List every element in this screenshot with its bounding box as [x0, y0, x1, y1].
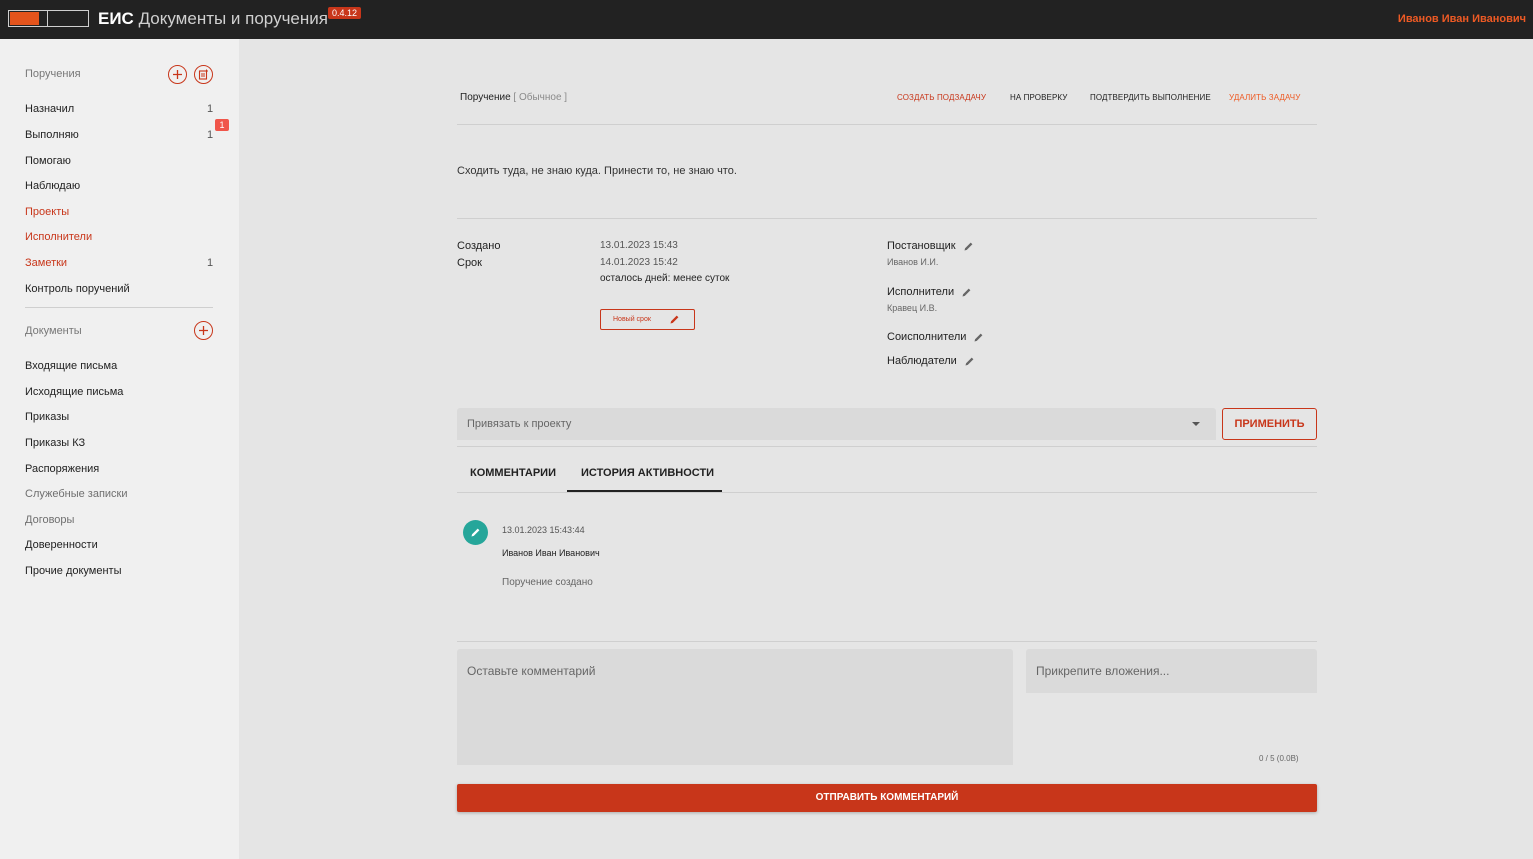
confirm-completion-button[interactable]: подтвердить выполнение: [1090, 93, 1211, 102]
delete-task-button[interactable]: удалить задачу: [1229, 93, 1300, 102]
sidebar-item-assigned[interactable]: Назначил: [25, 103, 74, 115]
top-bar: ЕИС Документы и поручения 0.4.12 Иванов …: [0, 0, 1533, 39]
sidebar-item-helping[interactable]: Помогаю: [25, 155, 71, 167]
sidebar-item-other-docs[interactable]: Прочие документы: [25, 565, 122, 577]
author-value: Иванов И.И.: [887, 257, 939, 267]
pencil-icon: [670, 315, 679, 324]
pencil-icon: [471, 528, 480, 537]
main-content: Поручение [ Обычное ] создать подзадачу …: [239, 39, 1533, 859]
attachments-input[interactable]: Прикрепите вложения...: [1026, 649, 1317, 693]
created-value: 13.01.2023 15:43: [600, 240, 678, 251]
to-review-button[interactable]: на проверку: [1010, 93, 1067, 102]
document-add-icon: [198, 69, 208, 80]
attachments-count: 0 / 5 (0.0B): [1259, 754, 1299, 763]
tab-comments[interactable]: КОММЕНТАРИИ: [470, 467, 556, 479]
activity-time: 13.01.2023 15:43:44: [502, 525, 585, 535]
sidebar-divider: [25, 307, 213, 308]
chevron-down-icon: [1192, 422, 1200, 426]
sidebar-section-documents: Документы: [25, 325, 82, 337]
sidebar-item-orders[interactable]: Приказы: [25, 411, 69, 423]
apply-project-button[interactable]: ПРИМЕНИТЬ: [1222, 408, 1317, 440]
sidebar-item-notes[interactable]: Заметки: [25, 257, 67, 269]
sidebar-item-contracts[interactable]: Договоры: [25, 514, 74, 526]
task-kind: [ Обычное ]: [513, 92, 568, 103]
sidebar-item-directives[interactable]: Распоряжения: [25, 463, 99, 475]
sidebar-count-executing: 1: [207, 129, 214, 141]
sidebar-item-control[interactable]: Контроль поручений: [25, 283, 130, 295]
executors-label-text: Исполнители: [887, 286, 955, 298]
author-label-text: Постановщик: [887, 240, 956, 252]
task-description: Сходить туда, не знаю куда. Принести то,…: [457, 165, 737, 177]
new-deadline-label: Новый срок: [613, 316, 651, 323]
sidebar-item-executing[interactable]: Выполняю: [25, 129, 79, 141]
plus-icon: [173, 70, 182, 79]
edit-executors-pencil-icon[interactable]: [961, 287, 972, 298]
sidebar-section-tasks: Поручения: [25, 68, 81, 80]
project-select[interactable]: Привязать к проекту: [457, 408, 1216, 440]
comment-placeholder: Оставьте комментарий: [467, 664, 596, 678]
sidebar-item-incoming[interactable]: Входящие письма: [25, 360, 117, 372]
sidebar-item-executors[interactable]: Исполнители: [25, 231, 92, 243]
task-type: Поручение [ Обычное ]: [460, 92, 567, 103]
activity-text: Поручение создано: [502, 577, 593, 588]
sidebar: Поручения Назначил 1 Выполняю 1 1 Помога…: [0, 39, 239, 859]
app-title-text: Документы и поручения: [138, 9, 328, 28]
edit-coexecutors-pencil-icon[interactable]: [973, 332, 984, 343]
edit-observers-pencil-icon[interactable]: [964, 356, 975, 367]
deadline-value: 14.01.2023 15:42: [600, 257, 678, 268]
sidebar-item-outgoing[interactable]: Исходящие письма: [25, 386, 123, 398]
app-logo[interactable]: [8, 10, 89, 27]
activity-user: Иванов Иван Иванович: [502, 548, 600, 558]
comment-input[interactable]: Оставьте комментарий: [457, 649, 1013, 765]
plus-icon: [199, 326, 208, 335]
new-deadline-button[interactable]: Новый срок: [600, 309, 695, 330]
sidebar-item-memos[interactable]: Служебные записки: [25, 488, 128, 500]
sidebar-count-notes: 1: [207, 257, 214, 269]
divider: [457, 124, 1317, 125]
observers-label: Наблюдатели: [887, 355, 975, 367]
divider: [457, 218, 1317, 219]
sidebar-item-projects[interactable]: Проекты: [25, 206, 69, 218]
sidebar-badge-executing: 1: [215, 119, 229, 131]
send-comment-button[interactable]: ОТПРАВИТЬ КОММЕНТАРИЙ: [457, 784, 1317, 812]
version-badge: 0.4.12: [328, 7, 362, 19]
user-name[interactable]: Иванов Иван Иванович: [1398, 13, 1526, 25]
observers-label-text: Наблюдатели: [887, 355, 957, 367]
activity-edit-avatar: [463, 520, 488, 545]
sidebar-item-orders-kz[interactable]: Приказы КЗ: [25, 437, 85, 449]
executors-value: Кравец И.В.: [887, 303, 938, 313]
app-title[interactable]: ЕИС Документы и поручения: [98, 9, 328, 29]
author-label: Постановщик: [887, 240, 974, 252]
edit-author-pencil-icon[interactable]: [963, 241, 974, 252]
project-select-placeholder: Привязать к проекту: [467, 418, 572, 430]
task-type-label: Поручение: [460, 92, 511, 103]
attachments-placeholder: Прикрепите вложения...: [1036, 664, 1170, 678]
divider: [457, 641, 1317, 642]
add-task-button[interactable]: [168, 65, 187, 84]
create-subtask-button[interactable]: создать подзадачу: [897, 93, 986, 102]
remaining-time: осталось дней: менее суток: [600, 273, 730, 284]
tab-activity-history[interactable]: ИСТОРИЯ АКТИВНОСТИ: [581, 467, 714, 479]
add-document-button[interactable]: [194, 321, 213, 340]
divider: [457, 446, 1317, 447]
created-label: Создано: [457, 240, 501, 252]
app-short-name: ЕИС: [98, 9, 134, 28]
add-task-from-document-button[interactable]: [194, 65, 213, 84]
sidebar-item-powers[interactable]: Доверенности: [25, 539, 98, 551]
divider: [457, 492, 1317, 493]
coexecutors-label: Соисполнители: [887, 331, 984, 343]
coexecutors-label-text: Соисполнители: [887, 331, 967, 343]
sidebar-item-observing[interactable]: Наблюдаю: [25, 180, 80, 192]
deadline-label: Срок: [457, 257, 482, 269]
logo-divider: [47, 11, 48, 26]
logo-fill: [10, 12, 39, 25]
executors-label: Исполнители: [887, 286, 972, 298]
sidebar-count-assigned: 1: [207, 103, 214, 115]
